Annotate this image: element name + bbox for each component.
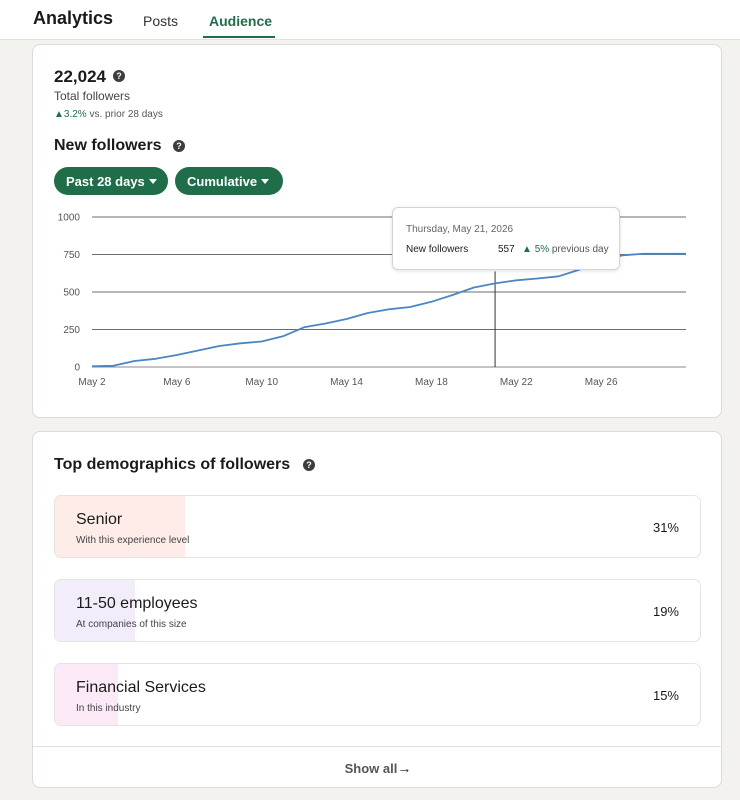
- x-tick-label: May 22: [500, 377, 533, 388]
- demographic-percentage: 31%: [652, 520, 679, 535]
- tooltip-value: 557: [498, 244, 515, 255]
- demographic-sublabel: At companies of this size: [76, 619, 187, 630]
- demographic-row-company-size[interactable]: 11-50 employees At companies of this siz…: [54, 579, 701, 642]
- tab-audience[interactable]: Audience: [209, 13, 272, 29]
- tooltip-label: New followers: [406, 244, 469, 255]
- y-tick-label: 0: [74, 363, 80, 374]
- y-tick-label: 750: [63, 250, 80, 261]
- x-tick-label: May 6: [163, 377, 191, 388]
- demographic-row-experience[interactable]: Senior With this experience level 31%: [54, 495, 701, 558]
- x-tick-label: May 14: [330, 377, 363, 388]
- top-bar: Analytics Posts Audience: [0, 0, 740, 40]
- question-circle-icon[interactable]: ?: [303, 459, 315, 471]
- y-tick-label: 1000: [58, 213, 81, 224]
- chart-tooltip: Thursday, May 21, 2026 New followers 557…: [392, 207, 620, 270]
- followers-card: 22,024 ? Total followers ▲3.2% vs. prior…: [32, 44, 722, 418]
- active-tab-indicator: [203, 36, 275, 38]
- demographic-sublabel: With this experience level: [76, 535, 190, 546]
- demographic-row-industry[interactable]: Financial Services In this industry 15%: [54, 663, 701, 726]
- demographic-label: Financial Services: [76, 679, 206, 696]
- arrow-right-icon: →: [397, 760, 412, 776]
- tooltip-change-suffix: previous day: [549, 244, 609, 255]
- x-tick-label: May 2: [78, 377, 106, 388]
- tooltip-change: ▲ 5% previous day: [522, 244, 609, 255]
- tooltip-date: Thursday, May 21, 2026: [406, 224, 514, 235]
- y-tick-label: 250: [63, 325, 80, 336]
- y-tick-label: 500: [63, 288, 80, 299]
- demographic-sublabel: In this industry: [76, 703, 141, 714]
- change-up-icon: ▲: [522, 244, 532, 255]
- demographics-card: Top demographics of followers ? Senior W…: [32, 431, 722, 788]
- tab-posts[interactable]: Posts: [143, 13, 178, 29]
- x-tick-label: May 18: [415, 377, 448, 388]
- demographics-title: Top demographics of followers: [54, 456, 291, 473]
- page-title: Analytics: [33, 8, 114, 28]
- show-all-button[interactable]: Show all→: [33, 746, 721, 787]
- x-tick-label: May 10: [245, 377, 278, 388]
- show-all-label: Show all: [344, 761, 398, 776]
- x-tick-label: May 26: [585, 377, 618, 388]
- demographic-percentage: 19%: [652, 604, 679, 619]
- demographic-label: Senior: [76, 511, 123, 528]
- demographic-percentage: 15%: [652, 688, 679, 703]
- demographic-label: 11-50 employees: [76, 595, 198, 612]
- tooltip-change-pct: 5%: [534, 244, 550, 255]
